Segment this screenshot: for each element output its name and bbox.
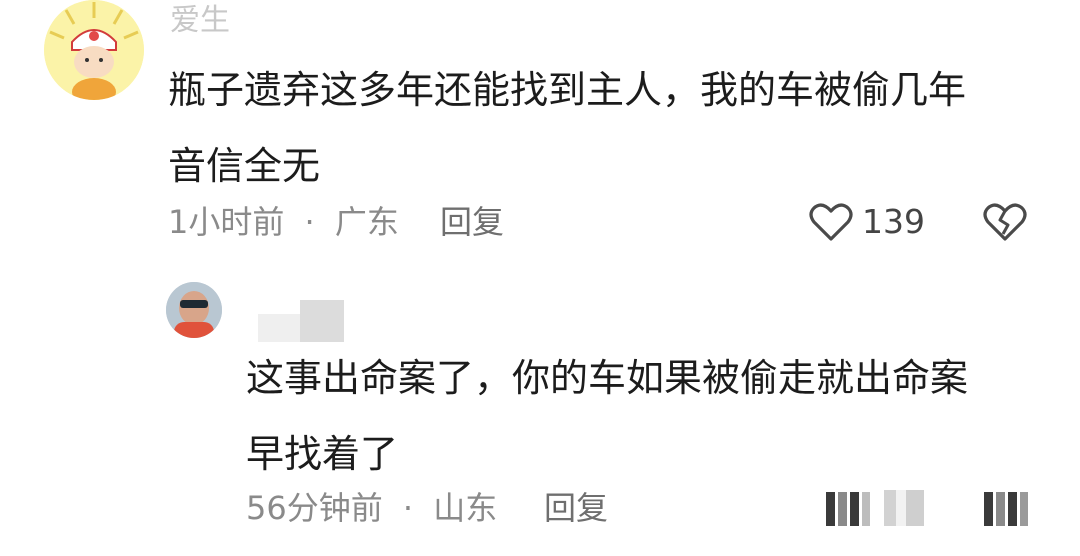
obscured-broken-heart-icon (984, 492, 1028, 526)
comment-location: 广东 (334, 203, 399, 241)
comment-text-line: 音信全无 (168, 144, 321, 188)
obscured-heart-icon (826, 492, 870, 526)
comment-time: 56分钟前 (246, 489, 383, 527)
meta-separator: · (402, 489, 414, 527)
heart-outline-icon (809, 203, 853, 241)
comment-location: 山东 (433, 489, 498, 527)
commenter-avatar[interactable] (166, 282, 222, 338)
meta-separator: · (304, 203, 315, 241)
broken-heart-icon (983, 203, 1027, 241)
dislike-button[interactable] (982, 200, 1028, 244)
like-count-mosaic (884, 490, 924, 526)
commenter-username[interactable]: 爱生 (170, 4, 230, 38)
like-count: 139 (862, 202, 925, 241)
avatar-photo (166, 282, 222, 338)
username-mosaic (300, 300, 344, 342)
comment: 爱生 瓶子遗弃这多年还能找到主人，我的车被偷几年 音信全无 1小时前 · 广东 … (0, 0, 1080, 270)
avatar-illustration (44, 0, 144, 100)
comment-text-line: 早找着了 (246, 432, 399, 476)
comment-text: 这事出命案了，你的车如果被偷走就出命案 早找着了 (246, 340, 1046, 492)
commenter-avatar[interactable] (44, 0, 144, 100)
comment-text-line: 瓶子遗弃这多年还能找到主人，我的车被偷几年 (168, 68, 967, 112)
reply-comment: 这事出命案了，你的车如果被偷走就出命案 早找着了 56分钟前 · 山东 回复 (0, 270, 1080, 556)
dislike-button[interactable] (984, 488, 1028, 528)
like-button[interactable] (826, 488, 870, 528)
reply-button[interactable]: 回复 (544, 486, 608, 530)
comment-text-line: 这事出命案了，你的车如果被偷走就出命案 (246, 356, 969, 400)
comment-meta: 1小时前 · 广东 (168, 200, 399, 244)
username-mosaic (258, 314, 300, 342)
like-button[interactable] (808, 200, 854, 244)
comment-meta: 56分钟前 · 山东 (246, 486, 497, 530)
reply-button[interactable]: 回复 (440, 200, 504, 244)
comment-text: 瓶子遗弃这多年还能找到主人，我的车被偷几年 音信全无 (168, 52, 1048, 204)
comment-time: 1小时前 (168, 203, 285, 241)
